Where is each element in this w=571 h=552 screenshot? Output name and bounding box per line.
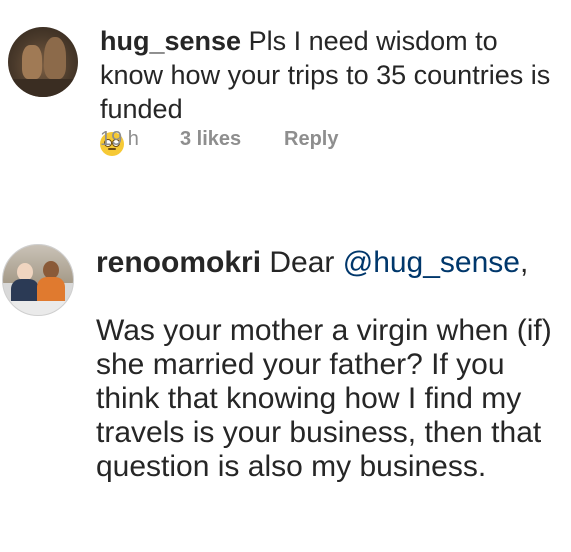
avatar-image-part — [3, 245, 73, 283]
comment-username[interactable]: renoomokri — [96, 246, 261, 279]
comment-body: Was your mother a virgin when (if) she m… — [96, 314, 552, 483]
avatar-image-part — [44, 37, 66, 79]
comment-time: 19 h — [100, 128, 139, 150]
comment-item: renoomokri Dear @hug_sense, Was your mot… — [0, 230, 571, 552]
comment-username[interactable]: hug_sense — [100, 26, 241, 56]
avatar-image-part — [37, 277, 65, 303]
comment-text: renoomokri Dear @hug_sense, Was your mot… — [96, 246, 566, 484]
comment-greeting-prefix: Dear — [269, 246, 343, 279]
mention-link[interactable]: @hug_sense — [343, 246, 520, 279]
comment-meta: 19 h 3 likes Reply — [100, 128, 338, 151]
avatar[interactable] — [8, 27, 78, 97]
comment-item: hug_sense Pls I need wisdom to know how … — [0, 0, 571, 190]
likes-count-button[interactable]: 3 likes — [180, 128, 284, 151]
avatar-image-part — [22, 45, 42, 79]
reply-button[interactable]: Reply — [284, 128, 338, 151]
avatar-image-part — [11, 279, 39, 303]
avatar-image-part — [3, 301, 73, 315]
comment-greeting-suffix: , — [519, 246, 529, 279]
avatar[interactable] — [2, 244, 74, 316]
avatar-image-part — [8, 79, 78, 97]
